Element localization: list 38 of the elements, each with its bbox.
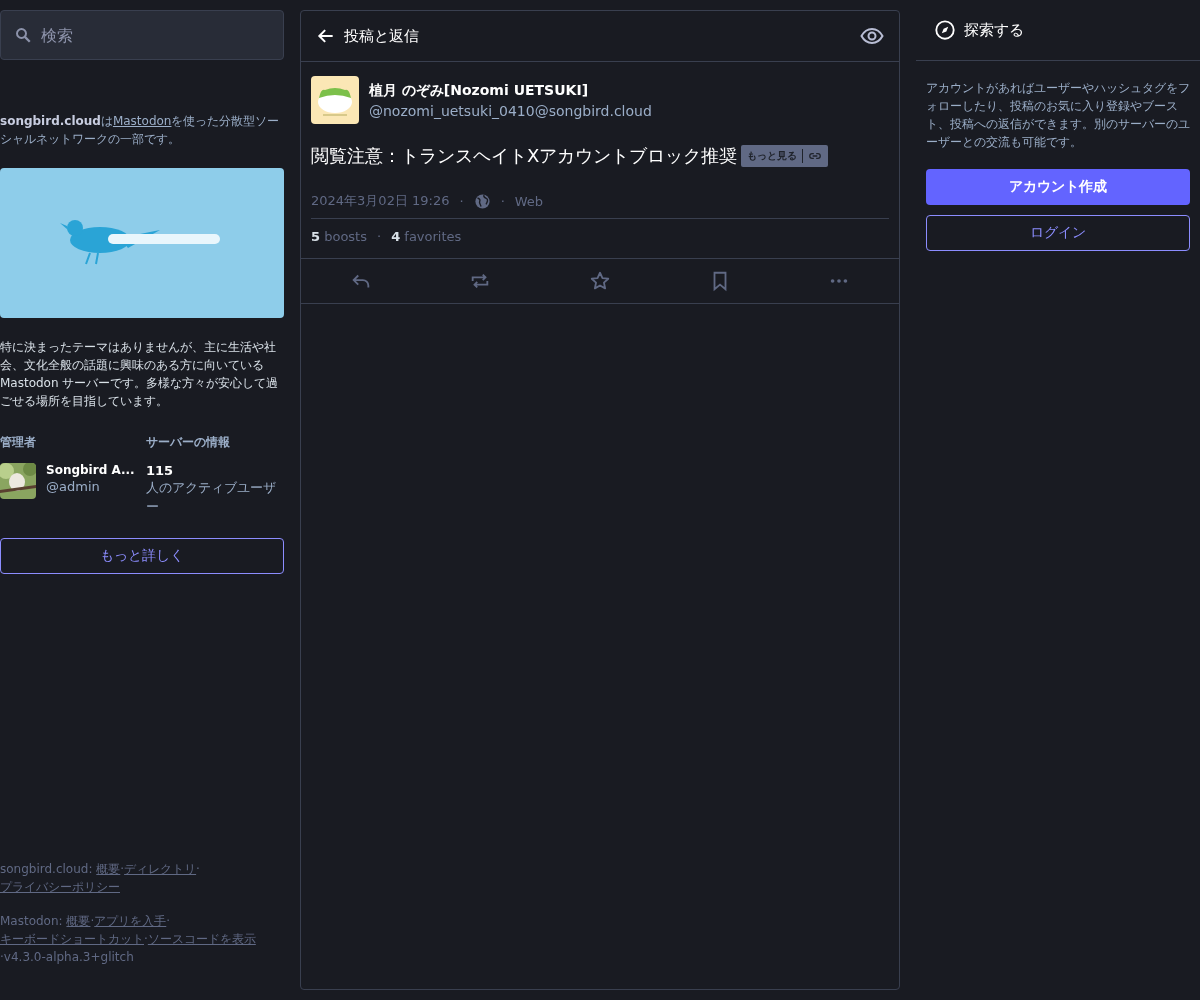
globe-icon bbox=[473, 192, 491, 210]
column-title: 投稿と返信 bbox=[344, 26, 420, 46]
separator-dot: · bbox=[377, 229, 382, 244]
server-info-heading: サーバーの情報 bbox=[146, 434, 231, 451]
post-timestamp[interactable]: 2024年3月02日 19:26 bbox=[311, 192, 450, 210]
learn-more-button[interactable]: もっと詳しく bbox=[0, 538, 284, 574]
footer-links: songbird.cloud: 概要·ディレクトリ· プライバシーポリシー bbox=[0, 861, 201, 896]
explore-link[interactable]: 探索する bbox=[964, 20, 1024, 40]
favorite-count[interactable]: 4 favorites bbox=[391, 229, 462, 244]
create-account-button[interactable]: アカウント作成 bbox=[926, 169, 1190, 205]
server-about-text: songbird.cloudはMastodonを使った分散型ソーシャルネットワークの一部です。 bbox=[0, 113, 281, 148]
author-handle[interactable]: @nozomi_uetsuki_0410@songbird.cloud bbox=[369, 102, 652, 119]
footer-link[interactable]: ソースコードを表示 bbox=[147, 932, 256, 946]
login-button[interactable]: ログイン bbox=[926, 215, 1190, 251]
footer-link[interactable]: プライバシーポリシー bbox=[0, 880, 120, 894]
author-name[interactable]: 植月 のぞみ[Nozomi UETSUKI] bbox=[369, 81, 652, 100]
active-user-label: 人のアクティブユーザー bbox=[146, 479, 277, 516]
search-field[interactable]: 検索 bbox=[0, 10, 284, 60]
show-more-button[interactable]: もっと見る bbox=[741, 145, 829, 167]
separator-dot: · bbox=[459, 193, 464, 209]
mastodon-link[interactable]: Mastodon bbox=[112, 114, 172, 128]
footer-link[interactable]: 概要 bbox=[96, 862, 121, 876]
footer-link[interactable]: ディレクトリ bbox=[124, 862, 197, 876]
footer-links: Mastodon: 概要·アプリを入手· キーボードショートカット·ソースコードを表示 ·v4.3.0-alpha.3+glitch bbox=[0, 913, 257, 966]
separator-dot: · bbox=[500, 193, 505, 209]
compass-icon[interactable] bbox=[934, 19, 956, 41]
star-icon[interactable] bbox=[589, 270, 611, 292]
boost-count[interactable]: 5 boosts bbox=[311, 229, 367, 244]
server-description: 特に決まったテーマはありませんが、主に生活や社会、文化全般の話題に興味のある方に向いている Mastodon サーバーです。多様な方々が安心して過ごせる場所を目指しています。 bbox=[0, 339, 280, 410]
signup-prompt-text: アカウントがあればユーザーやハッシュタグをフォローしたり、投稿のお気に入り登録やブースト、投稿への返信ができます。別のサーバーのユーザーとの交流も可能です。 bbox=[926, 80, 1190, 151]
search-icon bbox=[14, 26, 32, 44]
content-warning-text: 閲覧注意：トランスヘイトXアカウントブロック推奨 bbox=[311, 144, 738, 168]
admin-handle: @admin bbox=[46, 478, 101, 496]
active-user-count: 115 bbox=[146, 463, 175, 478]
admin-name[interactable]: Songbird A... bbox=[46, 463, 135, 477]
footer-link[interactable]: キーボードショートカット bbox=[0, 932, 144, 946]
post-source: Web bbox=[514, 193, 544, 209]
admin-heading: 管理者 bbox=[0, 434, 37, 451]
